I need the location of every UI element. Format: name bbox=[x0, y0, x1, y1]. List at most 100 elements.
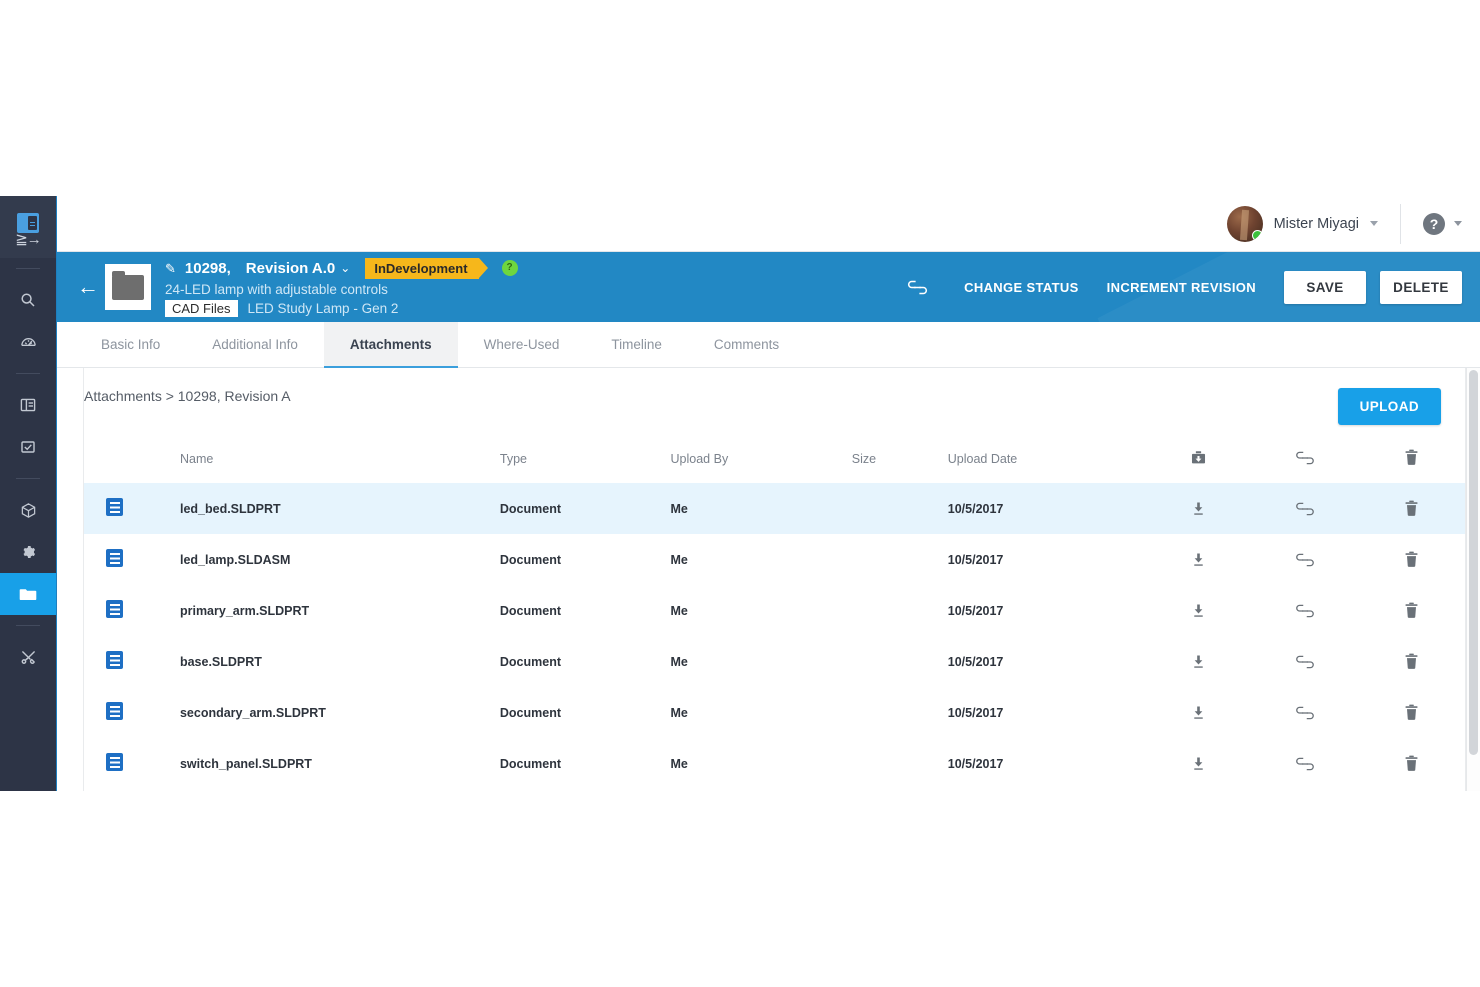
row-type: Document bbox=[499, 705, 562, 720]
document-icon bbox=[106, 753, 123, 771]
table-row[interactable]: led_bed.SLDPRT Document Me 10/5/2017 bbox=[84, 483, 1465, 534]
row-link-button[interactable] bbox=[1252, 636, 1359, 687]
column-header-size[interactable]: Size bbox=[852, 441, 948, 483]
save-button[interactable]: SAVE bbox=[1284, 270, 1366, 304]
tab-comments[interactable]: Comments bbox=[688, 322, 805, 367]
tab-where-used[interactable]: Where-Used bbox=[458, 322, 586, 367]
tab-attachments[interactable]: Attachments bbox=[323, 322, 458, 368]
user-menu[interactable]: Mister Miyagi bbox=[1226, 203, 1401, 244]
row-delete-button[interactable] bbox=[1358, 738, 1465, 789]
row-size bbox=[852, 585, 948, 636]
tab-timeline[interactable]: Timeline bbox=[585, 322, 688, 367]
row-delete-button[interactable] bbox=[1358, 534, 1465, 585]
sidebar-item-projects[interactable] bbox=[0, 384, 56, 426]
row-delete-button[interactable] bbox=[1358, 585, 1465, 636]
table-row[interactable]: led_lamp.SLDASM Document Me 10/5/2017 bbox=[84, 534, 1465, 585]
download-icon bbox=[1191, 705, 1206, 719]
row-delete-button[interactable] bbox=[1358, 636, 1465, 687]
back-button[interactable]: ← bbox=[71, 276, 105, 298]
row-upload-by: Me bbox=[670, 756, 688, 771]
column-header-type[interactable]: Type bbox=[500, 441, 671, 483]
row-file-icon-cell bbox=[84, 636, 180, 687]
scrollbar-thumb[interactable] bbox=[1469, 370, 1478, 755]
parent-object-name[interactable]: LED Study Lamp - Gen 2 bbox=[248, 301, 399, 316]
object-title-row: ✎ 10298, Revision A.0 ⌄ InDevelopment ? bbox=[165, 257, 907, 279]
folder-icon bbox=[19, 586, 37, 602]
column-header-download-all[interactable] bbox=[1145, 441, 1252, 483]
sidebar-item-files[interactable] bbox=[0, 573, 56, 615]
sidebar-item-parts[interactable] bbox=[0, 489, 56, 531]
row-link-button[interactable] bbox=[1252, 534, 1359, 585]
download-icon bbox=[1191, 501, 1206, 515]
chevron-down-icon[interactable]: ⌄ bbox=[340, 262, 350, 274]
upload-button[interactable]: UPLOAD bbox=[1337, 388, 1441, 425]
row-link-button[interactable] bbox=[1252, 738, 1359, 789]
row-name[interactable]: secondary_arm.SLDPRT bbox=[180, 687, 500, 738]
delete-button[interactable]: DELETE bbox=[1380, 270, 1462, 304]
column-header-upload-by[interactable]: Upload By bbox=[671, 441, 852, 483]
row-name[interactable]: base.SLDPRT bbox=[180, 636, 500, 687]
row-link-button[interactable] bbox=[1251, 483, 1359, 534]
sidebar-item-tools[interactable] bbox=[0, 636, 56, 678]
sidebar-item-dashboard[interactable] bbox=[0, 321, 56, 363]
table-row[interactable]: switch_panel.SLDPRT Document Me 10/5/201… bbox=[84, 738, 1465, 789]
download-icon bbox=[1191, 654, 1206, 668]
column-header-delete-all[interactable] bbox=[1358, 441, 1465, 483]
avatar bbox=[1226, 205, 1263, 242]
chevron-down-icon[interactable] bbox=[1454, 221, 1462, 226]
row-download-button[interactable] bbox=[1145, 687, 1252, 738]
table-row[interactable]: secondary_arm.SLDPRT Document Me 10/5/20… bbox=[84, 687, 1465, 738]
online-status-indicator bbox=[1251, 229, 1263, 241]
sidebar-expand-icon[interactable]: ≧→ bbox=[15, 232, 42, 247]
object-thumbnail[interactable] bbox=[105, 264, 151, 310]
folder-chip[interactable]: CAD Files bbox=[165, 300, 238, 317]
download-icon bbox=[1191, 603, 1206, 617]
change-status-button[interactable]: CHANGE STATUS bbox=[950, 280, 1093, 295]
row-name[interactable]: led_lamp.SLDASM bbox=[180, 534, 500, 585]
row-download-button[interactable] bbox=[1145, 738, 1252, 789]
tab-basic-info[interactable]: Basic Info bbox=[75, 322, 186, 367]
top-bar: Mister Miyagi ? bbox=[57, 196, 1480, 252]
row-name[interactable]: switch_panel.SLDPRT bbox=[180, 738, 500, 789]
object-context-row: CAD Files LED Study Lamp - Gen 2 bbox=[165, 300, 907, 317]
pencil-icon[interactable]: ✎ bbox=[165, 262, 176, 275]
increment-revision-button[interactable]: INCREMENT REVISION bbox=[1093, 280, 1270, 295]
column-header-upload-date[interactable]: Upload Date bbox=[948, 441, 1145, 483]
row-delete-button[interactable] bbox=[1358, 483, 1465, 534]
table-row[interactable]: primary_arm.SLDPRT Document Me 10/5/2017 bbox=[84, 585, 1465, 636]
sidebar-item-settings[interactable] bbox=[0, 531, 56, 573]
help-menu[interactable]: ? bbox=[1423, 212, 1462, 235]
row-size bbox=[852, 687, 948, 738]
sidebar-divider bbox=[16, 268, 40, 269]
trash-icon bbox=[1404, 602, 1419, 618]
row-link-button[interactable] bbox=[1252, 585, 1359, 636]
row-size bbox=[851, 483, 948, 534]
chevron-down-icon[interactable] bbox=[1370, 221, 1378, 226]
status-help-icon[interactable]: ? bbox=[501, 260, 518, 276]
column-header-name[interactable]: Name bbox=[180, 441, 500, 483]
table-header-row: Name Type Upload By Size Upload Date bbox=[84, 441, 1465, 483]
status-badge[interactable]: InDevelopment bbox=[365, 257, 488, 279]
vertical-scrollbar[interactable] bbox=[1466, 368, 1480, 791]
sidebar-item-search[interactable] bbox=[0, 279, 56, 321]
board-icon bbox=[20, 397, 36, 413]
row-download-button[interactable] bbox=[1145, 483, 1252, 534]
table-row[interactable]: base.SLDPRT Document Me 10/5/2017 bbox=[84, 636, 1465, 687]
row-link-button[interactable] bbox=[1252, 687, 1359, 738]
row-type: Document bbox=[499, 603, 562, 618]
row-download-button[interactable] bbox=[1145, 585, 1252, 636]
row-name[interactable]: primary_arm.SLDPRT bbox=[180, 585, 500, 636]
row-delete-button[interactable] bbox=[1358, 687, 1465, 738]
cube-icon bbox=[20, 502, 37, 519]
row-download-button[interactable] bbox=[1145, 636, 1252, 687]
row-name[interactable]: led_bed.SLDPRT bbox=[179, 483, 500, 534]
panel-toolbar: Attachments > 10298, Revision A UPLOAD bbox=[84, 368, 1465, 425]
column-header-link-all[interactable] bbox=[1252, 441, 1359, 483]
help-icon: ? bbox=[1423, 212, 1445, 235]
row-download-button[interactable] bbox=[1145, 534, 1252, 585]
tab-additional-info[interactable]: Additional Info bbox=[186, 322, 324, 367]
app-logo[interactable]: ≧→ bbox=[0, 196, 56, 258]
sidebar-item-tasks[interactable] bbox=[0, 426, 56, 468]
checkbox-icon bbox=[20, 439, 36, 455]
link-icon[interactable] bbox=[907, 280, 928, 295]
